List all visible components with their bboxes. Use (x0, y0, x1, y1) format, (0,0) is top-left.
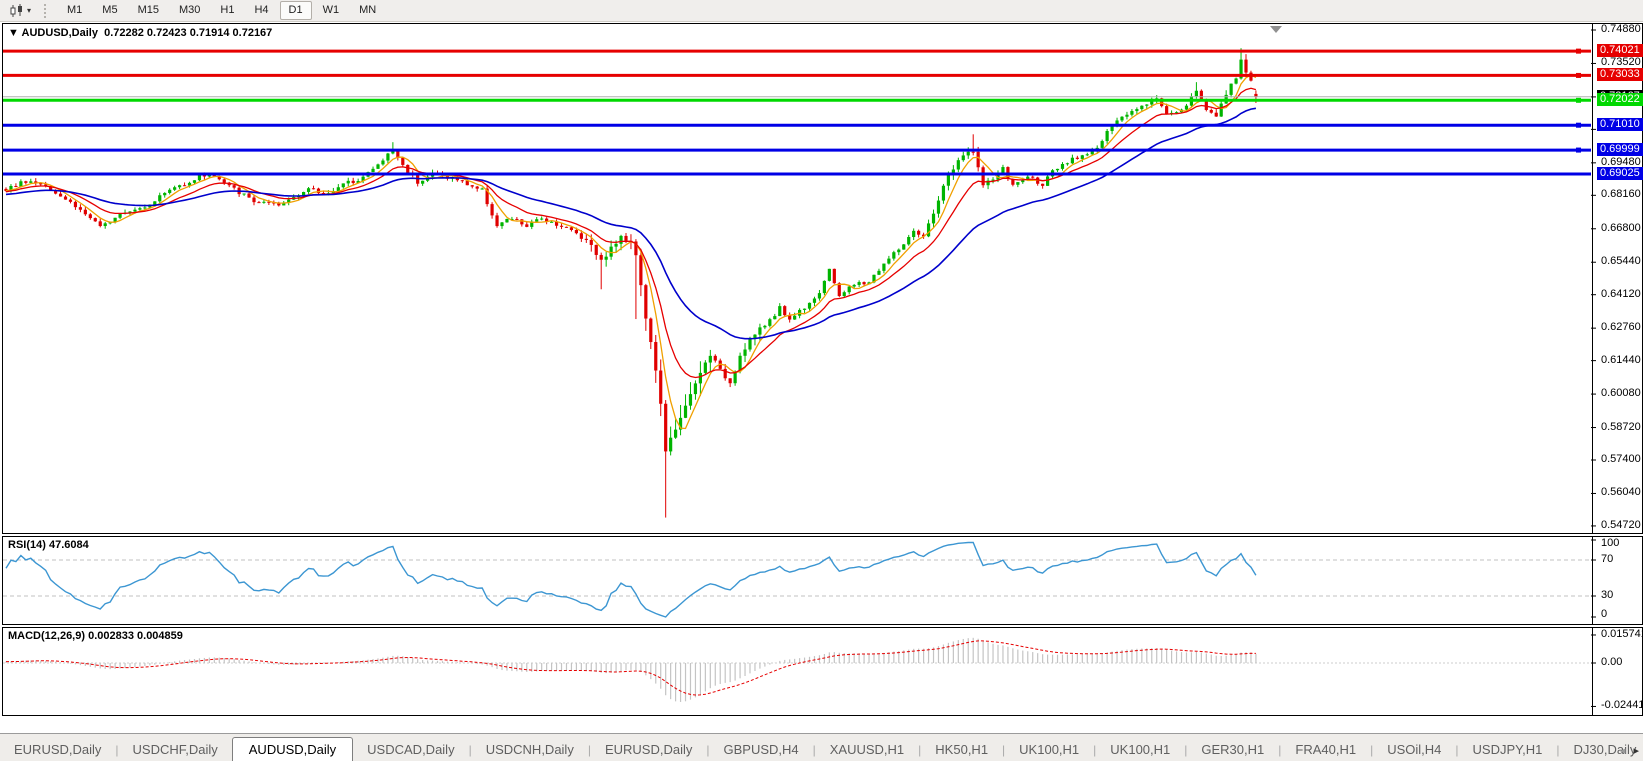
chart-type-button[interactable]: ▾ (6, 3, 34, 19)
timeframe-button-m5[interactable]: M5 (93, 1, 126, 20)
price-level-label[interactable]: 0.69999 (1597, 143, 1643, 157)
chart-tab-uk100-h1[interactable]: UK100,H1 (1096, 739, 1184, 761)
rsi-indicator-panel[interactable] (2, 536, 1643, 625)
collapse-icon[interactable]: ▼ (8, 27, 19, 39)
price-tick-label: 0.68160 (1601, 188, 1641, 201)
chart-tab-usdchf-daily[interactable]: USDCHF,Daily (119, 739, 232, 761)
price-tick-label: 0.65440 (1601, 255, 1641, 268)
price-level-label[interactable]: 0.74021 (1597, 44, 1643, 58)
chart-tab-eurusd-daily[interactable]: EURUSD,Daily (591, 739, 706, 761)
timeframe-button-m15[interactable]: M15 (129, 1, 168, 20)
chart-title-symbol: AUDUSD,Daily (21, 27, 98, 39)
price-tick-label: 0.57400 (1601, 453, 1641, 465)
price-tick-label: 0.62760 (1601, 321, 1641, 334)
price-level-label[interactable]: 0.71010 (1597, 118, 1643, 132)
tab-scroll-buttons: ◂ ▸ (1620, 744, 1639, 757)
chart-tab-xauusd-h1[interactable]: XAUUSD,H1 (816, 739, 918, 761)
price-level-label[interactable]: 0.72022 (1597, 93, 1643, 107)
chart-tab-usdjpy-h1[interactable]: USDJPY,H1 (1459, 739, 1557, 761)
macd-tick-label: -0.024412 (1601, 699, 1643, 712)
price-tick-label: 0.54720 (1601, 518, 1641, 531)
price-tick-label: 0.60080 (1601, 387, 1641, 400)
rsi-tick-label: 0 (1601, 608, 1608, 620)
rsi-tick-label: 70 (1601, 553, 1614, 565)
timeframe-button-w1[interactable]: W1 (314, 1, 349, 20)
price-tick-label: 0.58720 (1601, 420, 1641, 433)
chart-tab-fra40-h1[interactable]: FRA40,H1 (1281, 739, 1370, 761)
chart-tab-eurusd-daily[interactable]: EURUSD,Daily (0, 739, 115, 761)
price-tick-label: 0.61440 (1601, 353, 1641, 366)
chart-tab-usoil-h4[interactable]: USOil,H4 (1373, 739, 1455, 761)
chart-tab-hk50-h1[interactable]: HK50,H1 (921, 739, 1002, 761)
chart-tab-usdcnh-daily[interactable]: USDCNH,Daily (472, 739, 588, 761)
macd-label: MACD(12,26,9) 0.002833 0.004859 (8, 630, 183, 642)
tab-scroll-right-icon[interactable]: ▸ (1633, 744, 1639, 757)
macd-tick-label: 0.015741 (1601, 628, 1643, 640)
price-tick-label: 0.74880 (1601, 23, 1641, 35)
price-tick-label: 0.69480 (1601, 155, 1641, 168)
date-axis[interactable]: 6 Sep 201925 Sep 201914 Oct 20191 Nov 20… (0, 714, 1643, 732)
price-tick-label: 0.73520 (1601, 56, 1641, 69)
chart-tab-uk100-h1[interactable]: UK100,H1 (1005, 739, 1093, 761)
chart-tab-gbpusd-h4[interactable]: GBPUSD,H4 (709, 739, 812, 761)
price-tick-label: 0.56040 (1601, 486, 1641, 499)
price-level-label[interactable]: 0.73033 (1597, 68, 1643, 82)
tab-scroll-left-icon[interactable]: ◂ (1620, 744, 1626, 757)
rsi-tick-label: 100 (1601, 537, 1620, 549)
macd-indicator-panel[interactable] (2, 627, 1643, 716)
timeframe-button-h1[interactable]: H1 (211, 1, 243, 20)
rsi-label: RSI(14) 47.6084 (8, 539, 89, 551)
mt4-window: { "toolbar": { "chart_type_icon": "candl… (0, 0, 1643, 761)
macd-tick-label: 0.00 (1601, 656, 1623, 668)
candlestick-chart-icon (10, 3, 22, 17)
chart-title-ohlc: 0.72282 0.72423 0.71914 0.72167 (104, 27, 273, 39)
main-chart-panel[interactable] (2, 23, 1643, 534)
toolbar-grip (44, 3, 49, 18)
timeframe-toolbar: ▾ M1 M5 M15 M30 H1 H4 D1 W1 MN (0, 0, 1643, 22)
timeframe-buttons: M1 M5 M15 M30 H1 H4 D1 W1 MN (57, 1, 386, 20)
chart-tab-bar: EURUSD,Daily | USDCHF,Daily AUDUSD,Daily USD… (0, 733, 1643, 761)
timeframe-button-mn[interactable]: MN (350, 1, 385, 20)
price-tick-label: 0.64120 (1601, 287, 1641, 300)
timeframe-button-m1[interactable]: M1 (58, 1, 91, 20)
chart-tab-usdcad-daily[interactable]: USDCAD,Daily (353, 739, 468, 761)
rsi-tick-label: 30 (1601, 589, 1614, 601)
caret-down-icon: ▾ (27, 6, 32, 15)
timeframe-button-d1[interactable]: D1 (279, 1, 312, 20)
chart-title: ▼ AUDUSD,Daily 0.72282 0.72423 0.71914 0… (8, 27, 272, 39)
timeframe-button-h4[interactable]: H4 (245, 1, 277, 20)
timeframe-button-m30[interactable]: M30 (170, 1, 209, 20)
chart-tab-audusd-daily[interactable]: AUDUSD,Daily (231, 737, 354, 761)
price-axis-separator (1592, 24, 1593, 533)
chart-tab-ger30-h1[interactable]: GER30,H1 (1187, 739, 1278, 761)
price-tick-label: 0.66800 (1601, 221, 1641, 234)
price-level-label[interactable]: 0.69025 (1597, 167, 1643, 181)
